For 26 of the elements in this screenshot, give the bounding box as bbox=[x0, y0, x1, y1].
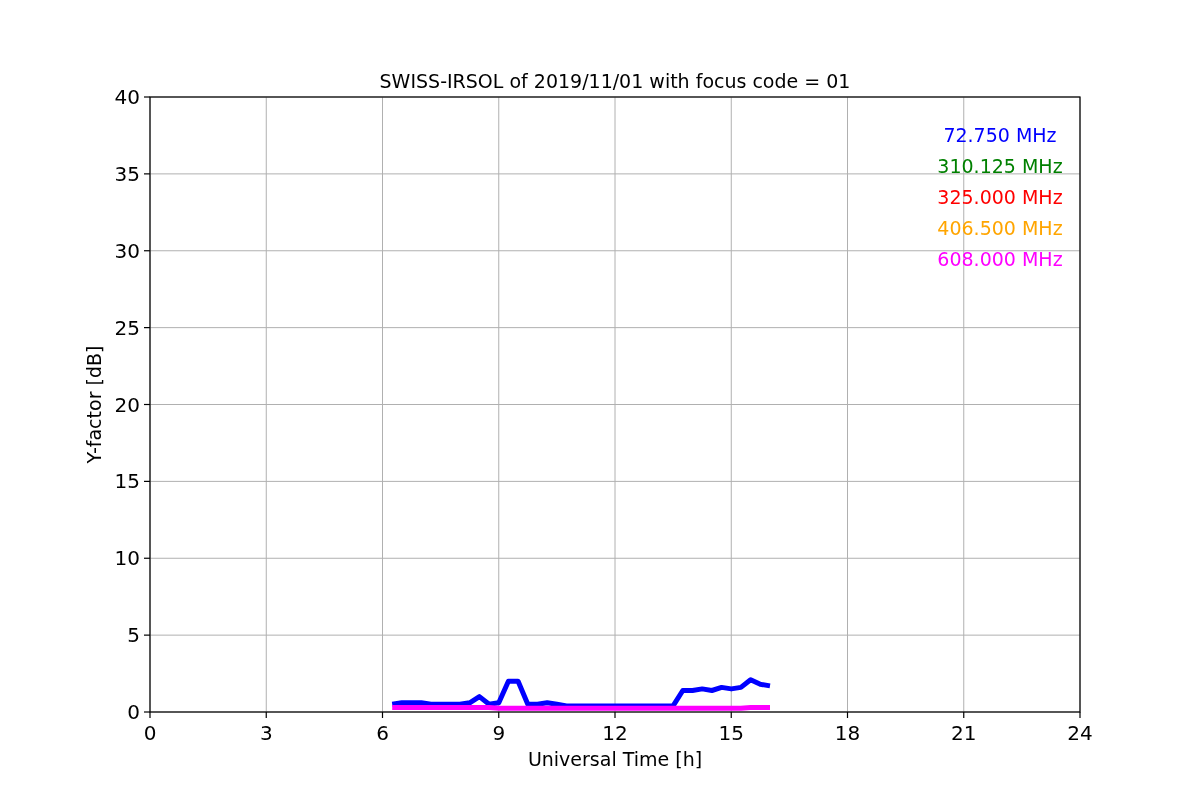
legend-label: 325.000 MHz bbox=[937, 186, 1063, 208]
legend-label: 310.125 MHz bbox=[937, 155, 1063, 177]
x-tick-label: 0 bbox=[143, 721, 157, 745]
legend-label: 608.000 MHz bbox=[937, 248, 1063, 270]
y-tick-label: 35 bbox=[114, 161, 140, 186]
y-tick-label: 40 bbox=[114, 85, 140, 109]
x-tick-label: 3 bbox=[259, 721, 273, 745]
x-axis-label: Universal Time [h] bbox=[527, 748, 703, 770]
y-tick-label: 25 bbox=[114, 315, 140, 340]
chart-title: SWISS-IRSOL of 2019/11/01 with focus code = 01 bbox=[379, 70, 851, 92]
x-tick-label: 12 bbox=[602, 721, 628, 745]
y-tick-label: 5 bbox=[127, 623, 140, 648]
legend-label: 72.750 MHz bbox=[943, 124, 1057, 146]
y-tick-label: 20 bbox=[114, 392, 140, 417]
x-tick-label: 24 bbox=[1067, 721, 1093, 745]
x-tick-label: 6 bbox=[376, 721, 389, 745]
x-tick-label: 18 bbox=[834, 721, 861, 745]
y-tick-label: 30 bbox=[114, 238, 140, 263]
y-tick-label: 0 bbox=[127, 700, 140, 724]
y-axis-label: Y-factor [dB] bbox=[83, 345, 105, 464]
x-tick-label: 21 bbox=[951, 721, 977, 745]
legend-label: 406.500 MHz bbox=[937, 217, 1063, 239]
x-tick-label: 9 bbox=[492, 721, 506, 745]
x-tick-label: 15 bbox=[718, 721, 744, 745]
y-tick-label: 15 bbox=[114, 469, 140, 494]
y-tick-label: 10 bbox=[114, 546, 140, 571]
